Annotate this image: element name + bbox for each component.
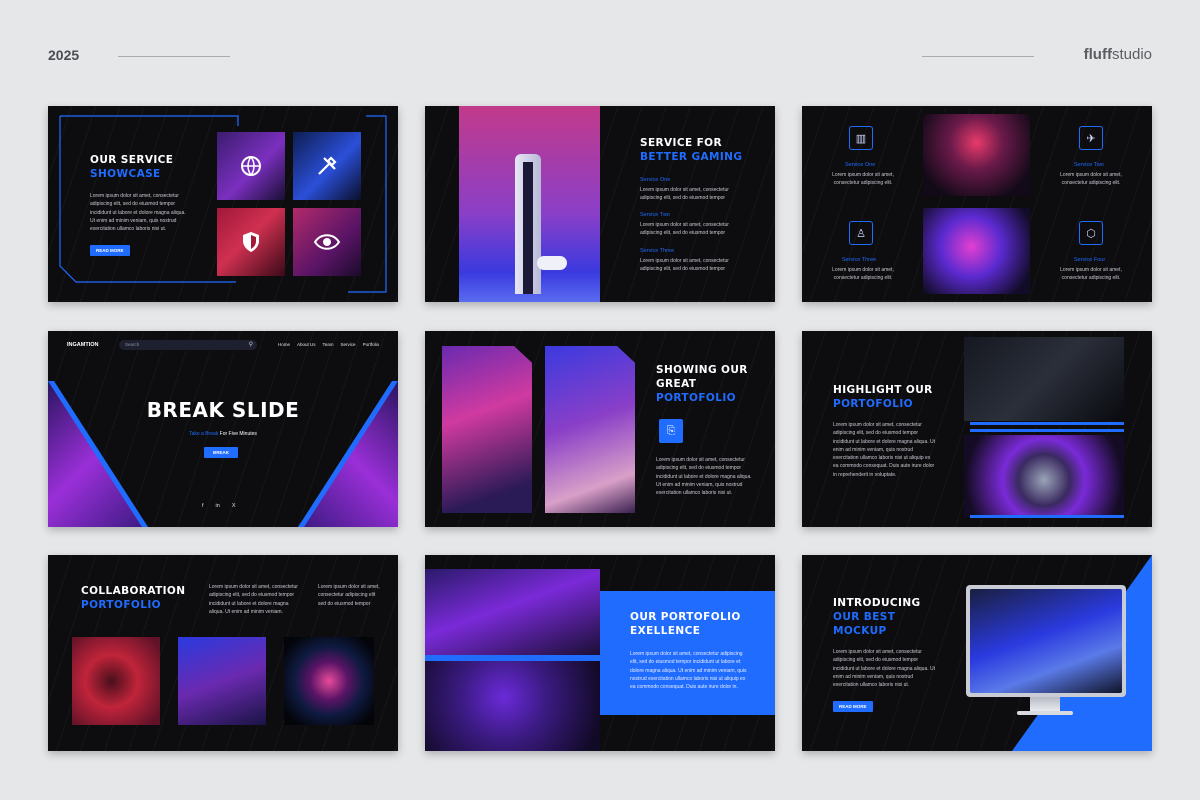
slide-portfolio-excellence[interactable]: OUR PORTOFOLIO EXELLENCE Lorem ipsum dolo… (425, 555, 775, 751)
accent-bar-base (970, 515, 1124, 518)
year-label: 2025 (48, 47, 80, 63)
search-bar[interactable]: Search ⚲ (119, 340, 257, 350)
vr-player-photo (425, 661, 600, 751)
facebook-icon[interactable]: f (202, 503, 204, 509)
accent-bar-bottom (970, 429, 1124, 432)
service-two-label: Service Two (1074, 162, 1104, 168)
service-one-label: Service One (845, 162, 876, 168)
search-input[interactable]: Search (125, 342, 139, 347)
collab-column-two: Lorem ipsum dolor sit amet, consectetur … (318, 584, 380, 607)
service-tile-eye (293, 208, 361, 276)
brand-logo: fluffstudio (1083, 46, 1152, 63)
document-icon: ⎘ (659, 419, 683, 443)
joystick-icon: ♙ (849, 221, 873, 245)
slide-highlight-portfolio[interactable]: HIGHLIGHT OUR PORTOFOLIO Lorem ipsum dolo… (802, 331, 1152, 527)
linkedin-icon[interactable]: in (216, 503, 220, 509)
fan-photo (284, 637, 374, 725)
warzone-photo (964, 435, 1124, 517)
slide-title: OUR SERVICE SHOWCASE (90, 154, 174, 180)
nav-service[interactable]: Service (341, 342, 356, 347)
slide-body-text: Lorem ipsum dolor sit amet, consectetur … (90, 193, 186, 233)
slide-collaboration[interactable]: COLLABORATION PORTOFOLIO Lorem ipsum dolo… (48, 555, 398, 751)
airplane-icon: ✈ (1079, 126, 1103, 150)
slide-body-text: Lorem ipsum dolor sit amet, consectetur … (833, 422, 936, 478)
shield-icon (243, 232, 259, 252)
monitor-base (1017, 711, 1073, 715)
streamer-room-photo (425, 569, 600, 655)
tools-icon (318, 156, 337, 175)
slide-break[interactable]: INGAMTION Search ⚲ Home About Us Team Se… (48, 331, 398, 527)
header-divider-right (922, 56, 1034, 57)
break-title: BREAK SLIDE (146, 398, 300, 422)
nav-about[interactable]: About Us (297, 342, 316, 347)
service-two-text: Lorem ipsum dolor sit amet, consectetur … (1060, 172, 1122, 187)
break-button[interactable]: BREAK (204, 447, 239, 458)
slide-title: COLLABORATION PORTOFOLIO (81, 585, 186, 611)
social-links: f in X (202, 503, 235, 509)
service-tile-tools (293, 132, 361, 200)
slide-mockup[interactable]: INTRODUCING OUR BEST MOCKUP Lorem ipsum do… (802, 555, 1152, 751)
headset-photo (72, 637, 160, 725)
break-tagline: Take a Break For Five Minutes (189, 431, 257, 437)
box-icon: ⬡ (1079, 221, 1103, 245)
gaming-setup-photo (923, 114, 1030, 196)
slide-title: SERVICE FOR BETTER GAMING (640, 137, 743, 163)
console-photo (459, 106, 600, 302)
service-one-text: Lorem ipsum dolor sit amet, consectetur … (640, 187, 729, 202)
portfolio-photo-left (442, 346, 532, 513)
chart-icon: ▥ (849, 126, 873, 150)
keyboard-photo (923, 208, 1030, 294)
console-core (523, 162, 533, 294)
eye-icon (314, 234, 340, 250)
controller-shape (537, 256, 567, 270)
slide-title: HIGHLIGHT OUR PORTOFOLIO (833, 384, 933, 410)
service-tile-globe (217, 132, 285, 200)
desk-photo (964, 337, 1124, 421)
read-more-button[interactable]: READ MORE (833, 701, 873, 712)
nav-home[interactable]: Home (278, 342, 290, 347)
service-four-label: Service Four (1074, 257, 1106, 263)
service-tile-shield (217, 208, 285, 276)
nav-team[interactable]: Team (323, 342, 334, 347)
slide-body-text: Lorem ipsum dolor sit amet, consectetur … (630, 651, 747, 691)
slide-four-services[interactable]: ▥ Service One Lorem ipsum dolor sit amet… (802, 106, 1152, 302)
service-three-text: Lorem ipsum dolor sit amet, consectetur … (832, 267, 894, 282)
search-icon[interactable]: ⚲ (249, 341, 253, 348)
slide-showing-portfolio[interactable]: SHOWING OUR GREAT PORTOFOLIO ⎘ Lorem ipsum… (425, 331, 775, 527)
x-icon[interactable]: X (232, 503, 236, 509)
monitor-screen (970, 589, 1122, 693)
collab-column-one: Lorem ipsum dolor sit amet, consectetur … (209, 584, 298, 615)
read-more-button[interactable]: READ MORE (90, 245, 130, 256)
service-one-text: Lorem ipsum dolor sit amet, consectetur … (832, 172, 894, 187)
service-three-label: Service Three (640, 248, 675, 254)
brand-logo-small: INGAMTION (67, 342, 99, 348)
monitor-photo (178, 637, 266, 725)
slide-title: SHOWING OUR GREAT PORTOFOLIO (656, 364, 748, 404)
slide-body-text: Lorem ipsum dolor sit amet, consectetur … (833, 649, 936, 689)
slide-service-gaming[interactable]: SERVICE FOR BETTER GAMING Service One Lor… (425, 106, 775, 302)
slide-body-text: Lorem ipsum dolor sit amet, consectetur … (656, 457, 752, 497)
nav-bar: Home About Us Team Service Portfolio (278, 342, 379, 347)
service-two-label: Service Two (640, 212, 670, 218)
service-one-label: Service One (640, 177, 671, 183)
monitor-stand (1030, 697, 1060, 711)
service-three-text: Lorem ipsum dolor sit amet, consectetur … (640, 258, 729, 273)
monitor-mockup (966, 585, 1126, 697)
accent-bar-top (970, 422, 1124, 425)
header-divider-left (118, 56, 230, 57)
slide-service-showcase[interactable]: OUR SERVICE SHOWCASE Lorem ipsum dolor si… (48, 106, 398, 302)
portfolio-photo-right (545, 346, 635, 513)
service-three-label: Service Three (842, 257, 877, 263)
slide-title: INTRODUCING OUR BEST MOCKUP (833, 597, 921, 637)
nav-portfolio[interactable]: Portfolio (363, 342, 380, 347)
globe-icon (241, 156, 261, 176)
service-four-text: Lorem ipsum dolor sit amet, consectetur … (1060, 267, 1122, 282)
service-two-text: Lorem ipsum dolor sit amet, consectetur … (640, 222, 729, 237)
slide-title: OUR PORTOFOLIO EXELLENCE (630, 611, 741, 637)
